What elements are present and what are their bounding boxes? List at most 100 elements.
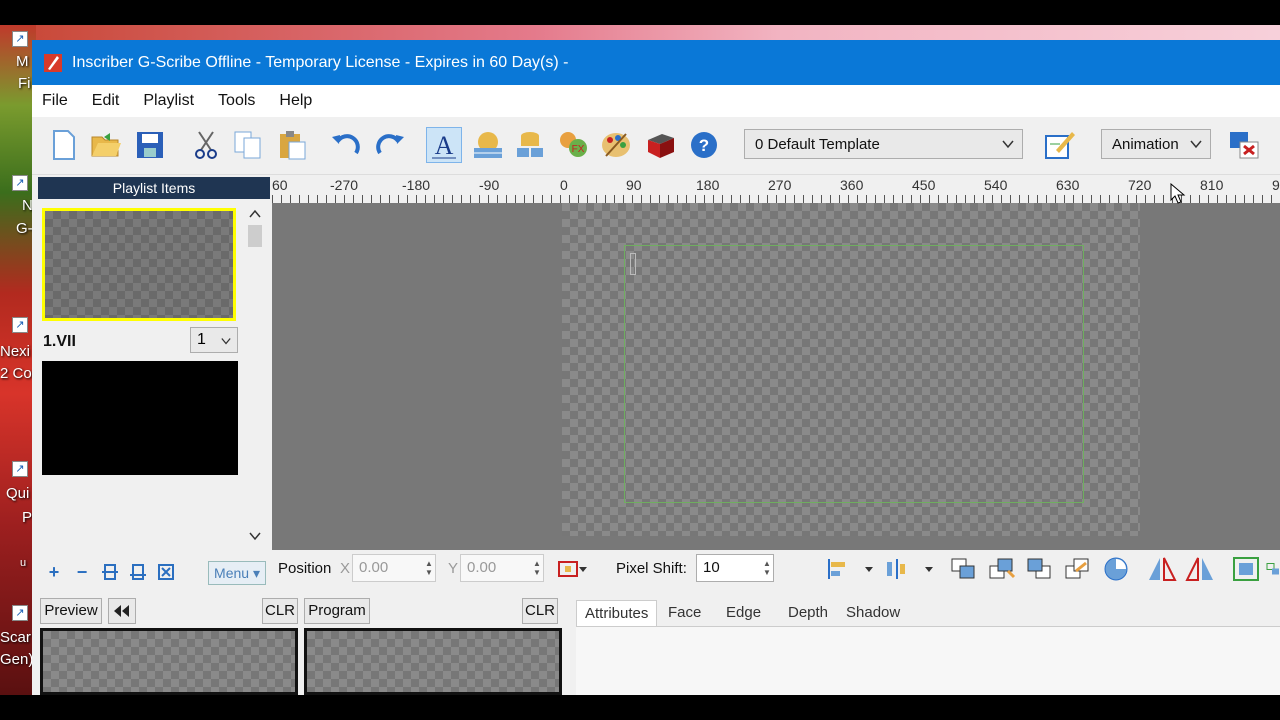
insert-before-icon[interactable]	[96, 560, 124, 584]
tab-shadow[interactable]: Shadow	[838, 600, 908, 626]
chevron-down-icon	[249, 532, 261, 541]
x-spinner[interactable]: ▲ ▼	[422, 554, 436, 582]
bring-forward-button[interactable]	[948, 554, 980, 584]
tab-attributes[interactable]: Attributes	[576, 600, 658, 626]
playlist-item-thumbnail[interactable]	[42, 361, 238, 475]
x-label: X	[340, 560, 351, 577]
edit-notes-button[interactable]	[1042, 127, 1078, 163]
y-spinner[interactable]: ▲ ▼	[530, 554, 544, 582]
app-logo-icon	[42, 52, 64, 74]
chevron-down-icon	[1002, 140, 1014, 149]
tab-edge[interactable]: Edge	[718, 600, 769, 626]
swap-view-button[interactable]	[1226, 127, 1262, 163]
shortcut-arrow-icon: ↗	[12, 605, 28, 621]
menu-playlist[interactable]: Playlist	[143, 92, 194, 110]
template-dropdown-value: 0 Default Template	[755, 135, 880, 153]
bring-to-front-button[interactable]	[986, 554, 1018, 584]
y-label: Y	[448, 560, 459, 577]
cut-button[interactable]	[188, 127, 224, 163]
send-to-back-button[interactable]	[1062, 554, 1094, 584]
menu-tools[interactable]: Tools	[218, 92, 255, 110]
attributes-body	[576, 626, 1280, 695]
ruler-label: 360	[840, 177, 864, 193]
menu-help[interactable]: Help	[279, 92, 312, 110]
menu-edit[interactable]: Edit	[92, 92, 120, 110]
chevron-down-icon	[865, 567, 873, 572]
distribute-button[interactable]	[882, 554, 914, 584]
ruler-label: 270	[768, 177, 792, 193]
database-button[interactable]	[512, 127, 548, 163]
template-dropdown[interactable]: 0 Default Template	[744, 129, 1023, 159]
attributes-tabs: Attributes Face Edge Depth Shadow	[576, 596, 1280, 695]
undo-button[interactable]	[328, 127, 364, 163]
layer-back-icon	[1065, 558, 1089, 579]
palette-button[interactable]	[598, 127, 634, 163]
text-tool-button[interactable]: A	[426, 127, 462, 163]
rotate-button[interactable]	[1100, 554, 1132, 584]
insert-after-icon[interactable]	[124, 560, 152, 584]
text-cursor-box[interactable]	[630, 253, 636, 275]
paste-button[interactable]	[274, 127, 310, 163]
desktop-label: Scar	[0, 629, 31, 646]
playlist-header: Playlist Items	[38, 177, 270, 199]
save-button[interactable]	[132, 127, 168, 163]
playlist-item-thumbnail-selected[interactable]	[42, 208, 236, 321]
svg-text:?: ?	[699, 136, 709, 155]
preview-clear-button[interactable]: CLR	[262, 598, 298, 624]
new-file-button[interactable]	[46, 127, 82, 163]
chevron-down-icon	[925, 567, 933, 572]
ruler-label: -270	[330, 177, 359, 193]
playlist-item-number-select[interactable]: 1	[190, 327, 238, 353]
ruler-ticks	[272, 195, 1280, 203]
flip-horizontal-button[interactable]	[1146, 554, 1178, 584]
playlist-panel: Playlist Items 1.VII 1 + − Menu ▾	[38, 177, 270, 587]
menu-bar: File Edit Playlist Tools Help	[32, 85, 1280, 117]
fx-icon: FX	[560, 132, 587, 157]
app-window: Inscriber G-Scribe Offline - Temporary L…	[32, 40, 1280, 695]
preview-button[interactable]: Preview	[40, 598, 102, 624]
copy-button[interactable]	[230, 127, 266, 163]
group-button[interactable]	[1230, 554, 1262, 584]
clear-items-icon[interactable]	[152, 560, 180, 584]
preview-monitor	[40, 628, 298, 695]
desktop-label: Nexi	[0, 343, 31, 360]
rewind-button[interactable]	[108, 598, 136, 624]
svg-text:FX: FX	[572, 144, 585, 155]
program-clear-button[interactable]: CLR	[522, 598, 558, 624]
add-item-button[interactable]: +	[40, 560, 68, 584]
ungroup-button[interactable]	[1266, 554, 1280, 584]
pixel-shift-spinner[interactable]: ▲ ▼	[760, 554, 774, 582]
effects-button[interactable]: FX	[556, 127, 592, 163]
tab-depth[interactable]: Depth	[780, 600, 836, 626]
title-bar[interactable]: Inscriber G-Scribe Offline - Temporary L…	[32, 40, 1280, 85]
flip-vertical-button[interactable]	[1184, 554, 1216, 584]
3d-object-button[interactable]	[642, 127, 678, 163]
swap-view-icon	[1230, 132, 1259, 159]
send-backward-button[interactable]	[1024, 554, 1056, 584]
text-tool-icon: A	[432, 131, 456, 160]
remove-item-button[interactable]: −	[68, 560, 96, 584]
program-button[interactable]: Program	[304, 598, 370, 624]
main-toolbar: A FX ? 0 Default Template Animation	[32, 117, 1280, 175]
desktop-wallpaper-left: ↗ M Fi ↗ N G- ↗ Nexi 2 Cor ↗ Qui P u ↗ S…	[0, 25, 37, 695]
open-folder-button[interactable]	[88, 127, 124, 163]
scrollbar-thumb[interactable]	[248, 225, 262, 247]
layer-forward-icon	[951, 558, 975, 579]
canvas-stage[interactable]	[272, 183, 1280, 578]
3d-box-icon	[648, 134, 674, 158]
layer-front-icon	[989, 558, 1016, 579]
playlist-scrollbar[interactable]	[246, 207, 264, 543]
redo-button[interactable]	[372, 127, 408, 163]
playlist-menu-button[interactable]: Menu ▾	[208, 561, 266, 585]
ruler-label: 810	[1200, 177, 1224, 193]
shortcut-arrow-icon: ↗	[12, 317, 28, 333]
help-button[interactable]: ?	[686, 127, 722, 163]
tab-face[interactable]: Face	[660, 600, 709, 626]
safe-area-box	[624, 245, 1084, 503]
animation-dropdown[interactable]: Animation	[1101, 129, 1211, 159]
menu-file[interactable]: File	[42, 92, 68, 110]
globe-tool-button[interactable]	[470, 127, 506, 163]
ruler-label: 60	[272, 177, 288, 193]
anchor-button[interactable]	[556, 554, 588, 584]
align-left-button[interactable]	[822, 554, 854, 584]
